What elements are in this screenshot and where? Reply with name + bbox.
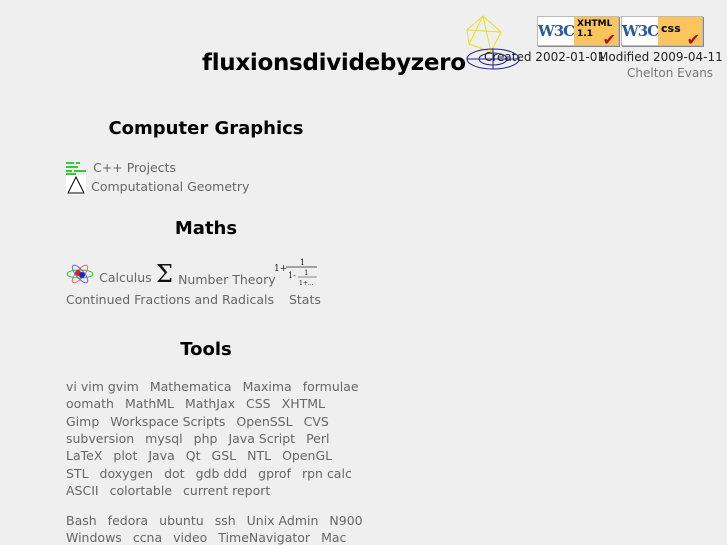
link-label: Number Theory — [178, 272, 276, 287]
svg-text:1-: 1- — [288, 271, 296, 280]
checkmark-icon: ✔ — [686, 30, 700, 49]
computational-geometry-link[interactable]: Computational Geometry — [66, 175, 249, 195]
section-heading-tools: Tools — [180, 339, 232, 360]
site-title: fluxionsdividebyzero — [202, 50, 466, 76]
tool-link[interactable]: Unix Admin — [247, 513, 319, 528]
section-heading-graphics: Computer Graphics — [108, 118, 304, 139]
tool-link[interactable]: php — [194, 431, 218, 446]
continued-fractions-link[interactable]: Continued Fractions and Radicals — [66, 292, 274, 307]
author-name: Chelton Evans — [627, 66, 714, 80]
link-label: Computational Geometry — [91, 179, 250, 194]
tool-link[interactable]: Qt — [186, 448, 201, 463]
tool-link[interactable]: OpenGL — [282, 448, 332, 463]
tool-link[interactable]: Mathematica — [150, 379, 232, 394]
tool-link[interactable]: Mac — [321, 530, 346, 545]
tool-link[interactable]: ASCII — [66, 483, 99, 498]
tools-row: LaTeX plot Java Qt GSL NTL OpenGL — [66, 448, 343, 463]
tool-link[interactable]: dot — [164, 466, 184, 481]
tool-link[interactable]: colortable — [110, 483, 172, 498]
tool-link[interactable]: ccna — [133, 530, 162, 545]
continued-fraction-icon: 1+ 1 1- 1 1+... — [274, 258, 317, 287]
tool-link[interactable]: NTL — [247, 448, 271, 463]
tool-link[interactable]: mysql — [145, 431, 183, 446]
tool-link[interactable]: OpenSSL — [236, 414, 292, 429]
badge-version: 1.1 — [577, 29, 593, 39]
number-theory-link[interactable]: Σ Number Theory — [156, 260, 276, 288]
tool-link[interactable]: gdb ddd — [196, 466, 248, 481]
badge-label: css — [661, 22, 681, 35]
w3c-xhtml-badge[interactable]: W3C XHTML 1.1 ✔ — [537, 16, 619, 49]
tool-link[interactable]: doxygen — [100, 466, 154, 481]
calculus-link[interactable]: Calculus — [66, 262, 152, 286]
svg-text:1+...: 1+... — [299, 280, 314, 287]
tool-link[interactable]: video — [173, 530, 207, 545]
tool-link[interactable]: Windows — [66, 530, 122, 545]
w3c-logo: W3C — [621, 22, 659, 40]
created-date: Created 2002-01-01 — [484, 50, 606, 64]
tool-link[interactable]: formulae — [303, 379, 359, 394]
tool-link[interactable]: plot — [113, 448, 137, 463]
atom-icon — [66, 264, 94, 284]
tool-link[interactable]: ssh — [215, 513, 236, 528]
tools-row: Windows ccna video TimeNavigator Mac — [66, 530, 357, 545]
tool-link[interactable]: Perl — [306, 431, 329, 446]
tool-link[interactable]: Gimp — [66, 414, 99, 429]
tool-link[interactable]: TimeNavigator — [218, 530, 310, 545]
modified-date: Modified 2009-04-11 — [598, 50, 723, 64]
tool-link[interactable]: GSL — [212, 448, 237, 463]
tool-link[interactable]: gprof — [258, 466, 291, 481]
code-listing-icon — [66, 161, 86, 175]
tool-link[interactable]: Maxima — [243, 379, 292, 394]
stats-link[interactable]: Stats — [289, 292, 321, 307]
badge-label: XHTML — [577, 19, 613, 29]
tools-row: Gimp Workspace Scripts OpenSSL CVS — [66, 414, 340, 429]
svg-text:1+: 1+ — [274, 264, 287, 274]
tool-link[interactable]: ubuntu — [159, 513, 204, 528]
tool-link[interactable]: current report — [183, 483, 270, 498]
tool-link[interactable]: Java — [148, 448, 174, 463]
section-heading-maths: Maths — [174, 218, 238, 239]
tool-link[interactable]: CSS — [246, 396, 271, 411]
tool-link[interactable]: vi vim gvim — [66, 379, 139, 394]
checkmark-icon: ✔ — [602, 30, 616, 49]
tools-row: oomath MathML MathJax CSS XHTML — [66, 396, 336, 411]
w3c-logo: W3C — [537, 22, 575, 40]
tools-row: STL doxygen dot gdb ddd gprof rpn calc — [66, 466, 363, 481]
link-label: Calculus — [99, 270, 152, 285]
tool-link[interactable]: Bash — [66, 513, 97, 528]
link-label: C++ Projects — [93, 160, 177, 175]
w3c-css-badge[interactable]: W3C css ✔ — [621, 16, 703, 49]
tools-row: Bash fedora ubuntu ssh Unix Admin N900 — [66, 513, 374, 528]
tool-link[interactable]: STL — [66, 466, 89, 481]
tool-link[interactable]: Workspace Scripts — [110, 414, 225, 429]
tool-link[interactable]: oomath — [66, 396, 114, 411]
tool-link[interactable]: LaTeX — [66, 448, 102, 463]
tools-row: vi vim gvim Mathematica Maxima formulae — [66, 379, 370, 394]
tool-link[interactable]: fedora — [108, 513, 148, 528]
triangle-icon — [66, 175, 86, 195]
tool-link[interactable]: CVS — [304, 414, 329, 429]
tools-row: ASCII colortable current report — [66, 483, 281, 498]
svg-text:1: 1 — [300, 258, 305, 267]
tool-link[interactable]: rpn calc — [302, 466, 352, 481]
cpp-projects-link[interactable]: C++ Projects — [66, 157, 176, 176]
tool-link[interactable]: subversion — [66, 431, 134, 446]
tools-row: subversion mysql php Java Script Perl — [66, 431, 341, 446]
tool-link[interactable]: N900 — [329, 513, 362, 528]
tool-link[interactable]: XHTML — [282, 396, 325, 411]
tool-link[interactable]: MathJax — [185, 396, 235, 411]
svg-text:1: 1 — [304, 269, 308, 277]
tool-link[interactable]: Java Script — [228, 431, 295, 446]
tool-link[interactable]: MathML — [125, 396, 174, 411]
wireframe-polyhedron-icon — [466, 15, 520, 70]
sigma-icon: Σ — [156, 260, 173, 288]
